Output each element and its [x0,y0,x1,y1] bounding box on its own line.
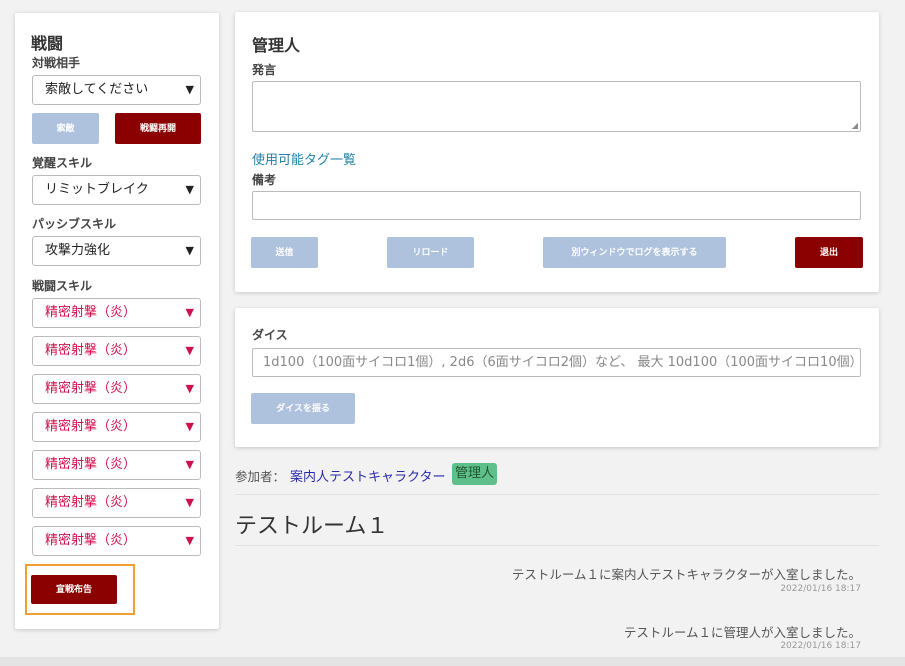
battle-title: 戦闘 [31,34,64,53]
declare-war-highlight [25,564,135,615]
opponent-select[interactable]: 索敵してください ▼ [32,75,201,105]
send-button[interactable]: 送信 [251,237,318,268]
bottom-bar [0,657,905,666]
dice-label: ダイス [252,328,288,342]
resume-battle-button[interactable]: 戦闘再開 [115,113,201,144]
chevron-down-icon: ▼ [185,306,194,319]
passive-skill-value: 攻撃力強化 [45,243,111,258]
resize-grip-icon[interactable]: ◢ [852,121,858,130]
participant-name[interactable]: 案内人テストキャラクター [290,466,445,485]
chevron-down-icon: ▼ [185,183,194,196]
divider [235,545,879,546]
note-input[interactable] [252,191,861,220]
admin-title: 管理人 [252,36,301,55]
combat-skill-value: 精密射撃（炎） [45,305,137,320]
combat-skill-select-3[interactable]: 精密射撃（炎） ▼ [32,374,201,404]
chat-message: テストルーム１に案内人テストキャラクターが入室しました。 [511,567,861,582]
roll-dice-button[interactable]: ダイスを振る [251,393,355,424]
chat-message: テストルーム１に管理人が入室しました。 [623,625,861,640]
dice-panel: ダイス 1d100（100面サイコロ1個）, 2d6（6面サイコロ2個）など、 … [235,308,879,447]
combat-skill-value: 精密射撃（炎） [45,343,137,358]
chevron-down-icon: ▼ [185,344,194,357]
note-label: 備考 [252,173,277,187]
show-log-button[interactable]: 別ウィンドウでログを表示する [543,237,726,268]
combat-skill-select-7[interactable]: 精密射撃（炎） ▼ [32,526,201,556]
chevron-down-icon: ▼ [185,382,194,395]
combat-skill-select-5[interactable]: 精密射撃（炎） ▼ [32,450,201,480]
combat-skill-label: 戦闘スキル [32,279,93,293]
chevron-down-icon: ▼ [185,534,194,547]
chevron-down-icon: ▼ [185,496,194,509]
speech-textarea[interactable]: ◢ [252,81,861,132]
participants-label: 参加者： [235,469,286,484]
awaken-skill-select[interactable]: リミットブレイク ▼ [32,175,201,205]
admin-panel: 管理人 発言 ◢ 使用可能タグ一覧 備考 送信 リロード 別ウィンドウでログを表… [235,12,879,292]
awaken-skill-value: リミットブレイク [45,182,149,197]
divider [235,494,879,495]
chevron-down-icon: ▼ [185,83,194,96]
combat-skill-select-6[interactable]: 精密射撃（炎） ▼ [32,488,201,518]
admin-badge[interactable]: 管理人 [452,463,498,485]
battle-panel: 戦闘 対戦相手 索敵してください ▼ 索敵 戦闘再開 覚醒スキル リミットブレイ… [15,13,219,629]
exit-button[interactable]: 退出 [795,237,863,268]
combat-skill-value: 精密射撃（炎） [45,495,137,510]
room-title: テストルーム１ [235,514,389,539]
combat-skill-value: 精密射撃（炎） [45,419,137,434]
chevron-down-icon: ▼ [185,458,194,471]
combat-skill-select-2[interactable]: 精密射撃（炎） ▼ [32,336,201,366]
speech-label: 発言 [252,63,277,77]
opponent-select-value: 索敵してください [45,82,149,97]
reload-button[interactable]: リロード [387,237,474,268]
chat-timestamp: 2022/01/16 18:17 [780,584,861,594]
combat-skill-value: 精密射撃（炎） [45,457,137,472]
opponent-label: 対戦相手 [32,56,81,70]
chat-timestamp: 2022/01/16 18:17 [780,641,861,651]
passive-skill-select[interactable]: 攻撃力強化 ▼ [32,236,201,266]
chevron-down-icon: ▼ [185,244,194,257]
combat-skill-select-4[interactable]: 精密射撃（炎） ▼ [32,412,201,442]
dice-input-placeholder: 1d100（100面サイコロ1個）, 2d6（6面サイコロ2個）など、 最大 1… [263,355,861,370]
available-tags-link[interactable]: 使用可能タグ一覧 [252,149,356,168]
passive-skill-label: パッシブスキル [32,217,117,231]
combat-skill-select-1[interactable]: 精密射撃（炎） ▼ [32,298,201,328]
combat-skill-value: 精密射撃（炎） [45,533,137,548]
search-button[interactable]: 索敵 [32,113,99,144]
chevron-down-icon: ▼ [185,420,194,433]
awaken-skill-label: 覚醒スキル [32,156,93,170]
dice-input[interactable]: 1d100（100面サイコロ1個）, 2d6（6面サイコロ2個）など、 最大 1… [252,348,861,377]
combat-skill-value: 精密射撃（炎） [45,381,137,396]
